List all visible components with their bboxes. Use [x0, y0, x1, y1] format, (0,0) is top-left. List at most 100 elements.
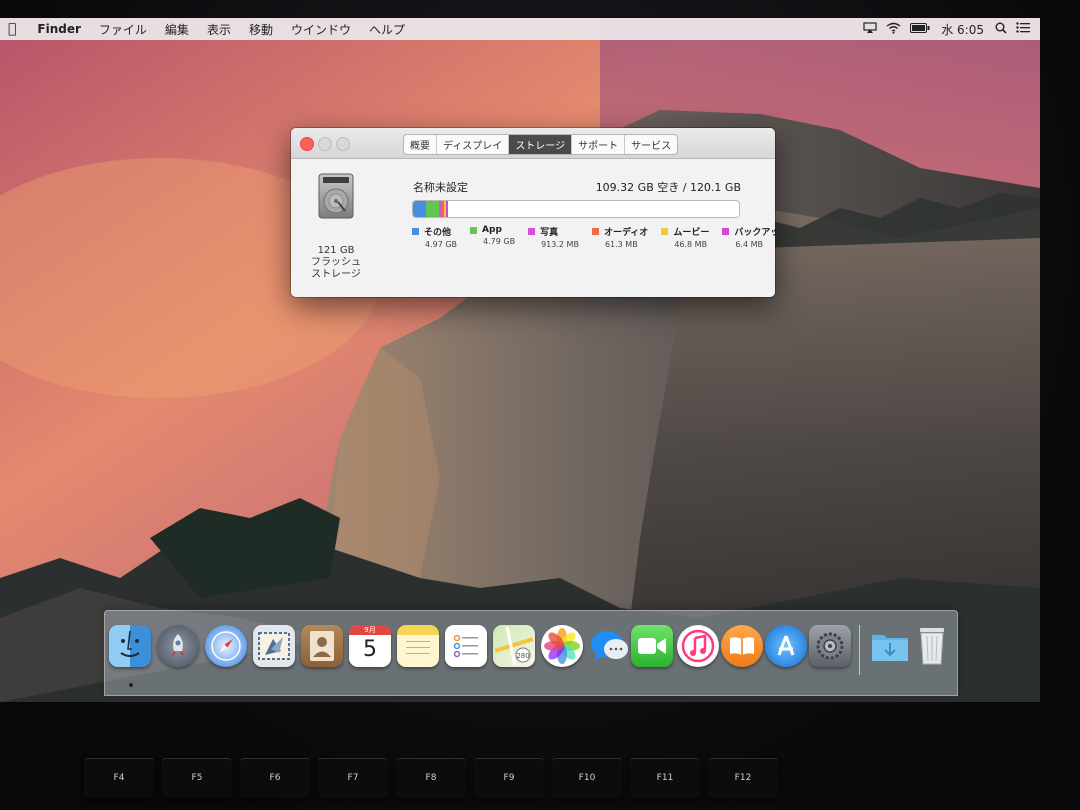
volume-free-space: 109.32 GB 空き / 120.1 GB: [595, 181, 741, 194]
key-f10: F10: [552, 758, 622, 798]
messages-icon[interactable]: [589, 625, 631, 667]
legend-label: オーディオ: [603, 228, 649, 238]
minimize-button[interactable]: [318, 137, 332, 151]
key-f4: F4: [84, 758, 154, 798]
trash-icon[interactable]: [911, 625, 953, 667]
legend-size: 4.97 GB: [425, 240, 458, 249]
legend-label: 写真: [540, 228, 559, 238]
downloads-folder-icon[interactable]: [869, 625, 911, 667]
legend-item-movies: ムービー 46.8 MB: [661, 225, 709, 249]
tab-displays[interactable]: ディスプレイ: [437, 135, 510, 154]
legend-item-photos: 写真 913.2 MB: [528, 225, 579, 249]
legend-swatch: [470, 226, 478, 234]
volume-name: 名称未設定: [413, 181, 468, 194]
safari-icon[interactable]: [205, 625, 247, 667]
tab-overview[interactable]: 概要: [404, 135, 437, 154]
maps-icon[interactable]: 280: [493, 625, 535, 667]
key-f5: F5: [162, 758, 232, 798]
disk-type-line2: ストレージ: [311, 269, 361, 280]
menu-window[interactable]: ウインドウ: [282, 21, 360, 38]
desktop-wallpaper[interactable]: [0, 18, 1040, 702]
ibooks-icon[interactable]: [721, 625, 763, 667]
tab-storage[interactable]: ストレージ: [509, 135, 573, 154]
close-button[interactable]: [300, 137, 314, 151]
finder-icon[interactable]: [109, 625, 151, 667]
menu-go[interactable]: 移動: [240, 21, 282, 38]
system-preferences-icon[interactable]: [809, 625, 851, 667]
legend-item-backups: バックアップ 6.4 MB: [722, 225, 775, 249]
svg-text:280: 280: [516, 652, 529, 660]
key-f8: F8: [396, 758, 466, 798]
legend-label: ムービー: [673, 228, 710, 238]
menu-help[interactable]: ヘルプ: [360, 21, 414, 38]
key-f7: F7: [318, 758, 388, 798]
legend-swatch: [412, 228, 419, 235]
wifi-icon[interactable]: [886, 22, 901, 37]
key-f9: F9: [474, 758, 544, 798]
disk-info: 121 GB フラッシュ ストレージ: [301, 245, 371, 281]
spotlight-search-icon[interactable]: [995, 22, 1007, 37]
legend-size: 46.8 MB: [674, 240, 708, 249]
zoom-button[interactable]: [336, 137, 350, 151]
storage-legend: その他 4.97 GB App 4.79 GB 写真 913.2 MB オーディ…: [412, 225, 775, 249]
app-store-icon[interactable]: [765, 625, 807, 667]
storage-panel: 121 GB フラッシュ ストレージ 名称未設定 109.32 GB 空き / …: [291, 159, 775, 297]
menu-extras: 水 6:05: [863, 21, 1040, 38]
dock: 9月 5 280: [104, 610, 958, 696]
calendar-day: 5: [363, 637, 377, 662]
reminders-icon[interactable]: [445, 625, 487, 667]
legend-label: その他: [424, 228, 452, 238]
legend-size: 913.2 MB: [541, 240, 579, 249]
keyboard: F4 F5 F6 F7 F8 F9 F10 F11 F12: [80, 738, 1080, 810]
usage-segment: [445, 201, 448, 217]
tab-service[interactable]: サービス: [625, 135, 677, 154]
disk-type-line1: フラッシュ: [311, 257, 361, 268]
key-f6: F6: [240, 758, 310, 798]
key-f12: F12: [708, 758, 778, 798]
tab-bar: 概要 ディスプレイ ストレージ サポート サービス: [403, 134, 679, 155]
menu-clock[interactable]: 水 6:05: [939, 21, 986, 38]
disk-capacity: 121 GB: [317, 245, 355, 256]
itunes-icon[interactable]: [677, 625, 719, 667]
photos-icon[interactable]: [541, 625, 583, 667]
menu-view[interactable]: 表示: [198, 21, 240, 38]
mail-icon[interactable]: [253, 625, 295, 667]
notes-icon[interactable]: [397, 625, 439, 667]
legend-swatch: [661, 228, 669, 235]
legend-swatch: [591, 228, 599, 235]
notification-center-icon[interactable]: [1016, 22, 1030, 36]
finder-running-indicator: [129, 683, 133, 687]
usage-segment: [413, 201, 427, 217]
legend-item-audio: オーディオ 61.3 MB: [591, 225, 649, 249]
menu-app-name[interactable]: Finder: [28, 22, 90, 36]
calendar-month: 9月: [349, 625, 391, 635]
calendar-icon[interactable]: 9月 5: [349, 625, 391, 667]
legend-item-other: その他 4.97 GB: [412, 225, 457, 249]
launchpad-icon[interactable]: [157, 625, 199, 667]
window-titlebar[interactable]: 概要 ディスプレイ ストレージ サポート サービス: [291, 128, 775, 159]
dock-separator: [859, 625, 860, 675]
legend-label: App: [482, 225, 502, 235]
apple-menu-icon[interactable]: : [0, 21, 28, 37]
menu-file[interactable]: ファイル: [90, 21, 156, 38]
legend-size: 61.3 MB: [604, 240, 638, 249]
storage-usage-bar[interactable]: [412, 200, 740, 218]
key-f11: F11: [630, 758, 700, 798]
legend-size: 4.79 GB: [483, 237, 516, 246]
legend-swatch: [528, 228, 536, 235]
contacts-icon[interactable]: [301, 625, 343, 667]
legend-item-app: App 4.79 GB: [470, 225, 515, 249]
legend-size: 6.4 MB: [735, 240, 763, 249]
usage-segment: [426, 201, 440, 217]
airplay-icon[interactable]: [863, 21, 877, 37]
menu-edit[interactable]: 編集: [156, 21, 198, 38]
facetime-icon[interactable]: [631, 625, 673, 667]
battery-icon[interactable]: [910, 22, 930, 36]
about-this-mac-window: 概要 ディスプレイ ストレージ サポート サービス 121 GB フラッシュ ス…: [291, 128, 775, 297]
hard-drive-icon: [318, 173, 354, 219]
menu-bar:  Finder ファイル 編集 表示 移動 ウインドウ ヘルプ 水 6:05: [0, 18, 1040, 40]
screen:  Finder ファイル 編集 表示 移動 ウインドウ ヘルプ 水 6:05: [0, 18, 1040, 702]
legend-swatch: [722, 228, 730, 235]
tab-support[interactable]: サポート: [572, 135, 626, 154]
legend-label: バックアップ: [734, 228, 775, 238]
